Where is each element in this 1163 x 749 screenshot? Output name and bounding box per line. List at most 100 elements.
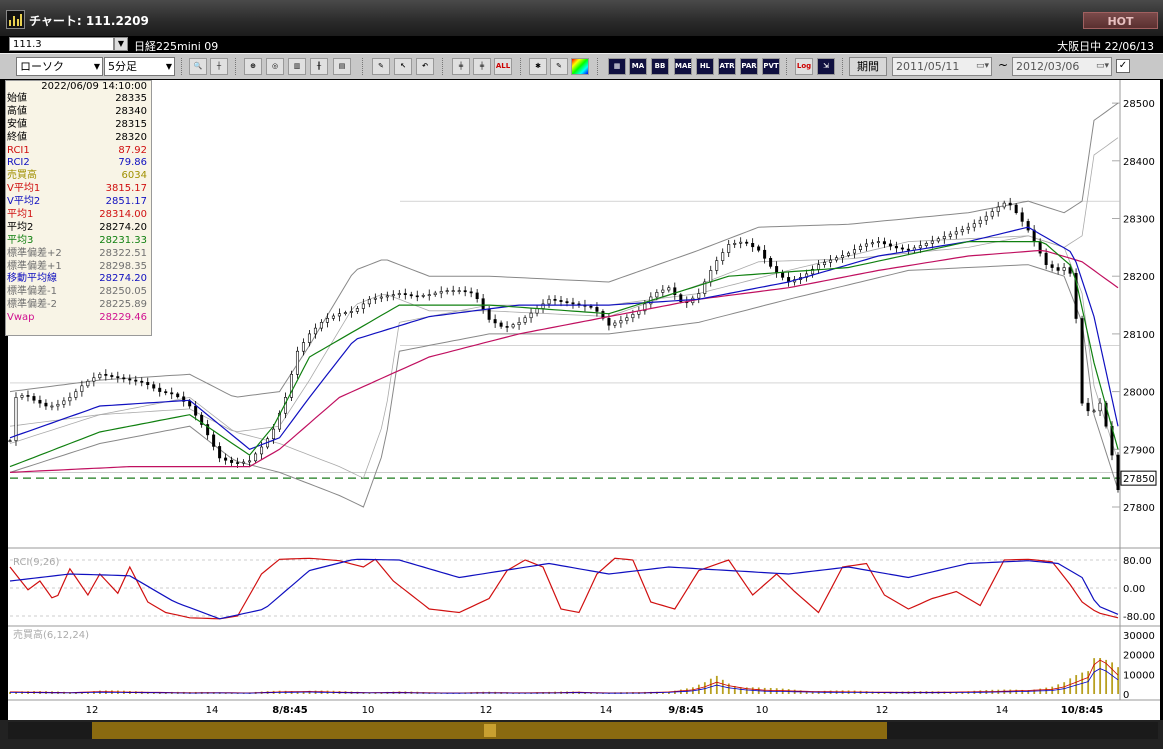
mae-button[interactable]: MAE — [674, 58, 692, 75]
info-row-value: 28322.51 — [99, 247, 147, 259]
candle-body — [1086, 402, 1090, 412]
time-axis-label: 14 — [996, 705, 1009, 716]
candle-body — [619, 320, 623, 324]
candle-body — [817, 264, 821, 270]
code-dropdown-button[interactable]: ▼ — [114, 37, 128, 51]
info-icon[interactable]: ▤ — [333, 58, 351, 75]
candle-body — [104, 373, 108, 376]
candle-body — [355, 308, 359, 312]
candle-body — [535, 308, 539, 314]
bb-button[interactable]: BB — [651, 58, 669, 75]
info-row-label: 安値 — [7, 118, 27, 130]
info-row-value: 28225.89 — [99, 299, 147, 311]
candle-body — [194, 405, 198, 416]
candle-body — [439, 291, 443, 294]
candle-body — [164, 391, 168, 394]
info-row: 標準偏差-2 28225.89 — [6, 299, 151, 312]
info-row-label: 売買高 — [7, 170, 37, 182]
info-row-label: 標準偏差+2 — [7, 247, 62, 259]
info-row: 平均3 28231.33 — [6, 235, 151, 248]
date-from-value: 2011/05/11 — [896, 60, 960, 73]
candle-body — [343, 312, 347, 315]
candle-body — [948, 233, 952, 237]
info-row-label: 始値 — [7, 93, 27, 104]
undo-icon[interactable]: ↶ — [416, 58, 434, 75]
candle-body — [942, 236, 946, 239]
candle-body — [487, 308, 491, 320]
candle-icon[interactable]: ╫ — [310, 58, 328, 75]
candle-body — [864, 243, 868, 247]
candle-body — [511, 324, 515, 328]
candle-body — [1014, 204, 1018, 214]
candle-body — [325, 318, 329, 323]
candle-body — [1032, 229, 1036, 242]
info-row: 安値 28315 — [6, 119, 151, 132]
calendar-icon[interactable]: ▭▾ — [1096, 58, 1109, 75]
chart-area[interactable]: 27800 27900 28000 28100 28200 28300 28400 28500… — [0, 79, 1163, 749]
rci-title: RCI(9,26) — [13, 557, 60, 568]
cursor-icon[interactable]: ↖ — [394, 58, 412, 75]
candle-body — [990, 211, 994, 217]
candle-body — [1056, 267, 1060, 271]
wrench-icon[interactable]: ✎ — [550, 58, 568, 75]
period-button[interactable]: 期間 — [849, 57, 887, 76]
info-row-label: V平均2 — [7, 196, 41, 208]
date-to-field[interactable]: 2012/03/06 ▭▾ — [1012, 57, 1112, 76]
candle-body — [272, 428, 276, 440]
candle-body — [188, 401, 192, 407]
toolbar-separator — [181, 58, 185, 75]
candle-body — [433, 292, 437, 295]
candle-down-icon[interactable]: ╪ — [473, 58, 491, 75]
info-row-label: 標準偏差+1 — [7, 260, 62, 272]
interval-select[interactable]: 5分足 ▼ — [104, 57, 175, 76]
candle-body — [1020, 212, 1024, 222]
color-palette-icon[interactable] — [571, 58, 589, 75]
bar-chart-icon[interactable]: ▥ — [288, 58, 306, 75]
pencil-icon[interactable]: ✎ — [372, 58, 390, 75]
window-title: チャート: 111.2209 — [29, 14, 149, 28]
candle-body — [631, 313, 635, 319]
ma-button[interactable]: MA — [629, 58, 647, 75]
all-button[interactable]: ALL — [494, 58, 512, 75]
candle-body — [1008, 202, 1012, 206]
grid-icon[interactable]: ▦ — [608, 58, 626, 75]
info-row-value: 28340 — [115, 105, 147, 117]
candle-body — [140, 380, 144, 383]
info-row-value: 79.86 — [118, 157, 147, 169]
pvt-button[interactable]: PVT — [762, 58, 780, 75]
indicator-icon[interactable]: ⊕ — [244, 58, 262, 75]
volume-bar — [739, 687, 742, 694]
log-button[interactable]: Log — [795, 58, 813, 75]
date-from-field[interactable]: 2011/05/11 ▭▾ — [892, 57, 992, 76]
candle-up-icon[interactable]: ╪ — [452, 58, 470, 75]
candle-body — [20, 395, 24, 398]
instrument-bar: 111.3 ▼ 日経225mini 09 大阪日中 22/06/13 — [0, 36, 1163, 53]
candle-body — [906, 248, 910, 251]
date-range-checkbox[interactable]: ✓ — [1116, 59, 1130, 73]
info-row: 平均2 28274.20 — [6, 222, 151, 235]
zoom-icon[interactable]: 🔍 — [189, 58, 207, 75]
info-row: 始値 28335 — [6, 93, 151, 106]
candle-body — [846, 252, 850, 256]
info-row-value: 3815.17 — [105, 183, 147, 195]
calendar-icon[interactable]: ▭▾ — [976, 58, 989, 75]
crosshair-icon[interactable]: ┼ — [210, 58, 228, 75]
export-icon[interactable]: ⇲ — [817, 58, 835, 75]
atr-button[interactable]: ATR — [718, 58, 736, 75]
candle-body — [559, 300, 563, 302]
gear-icon[interactable]: ✱ — [529, 58, 547, 75]
chart-type-select[interactable]: ローソク ▼ — [16, 57, 103, 76]
magnify-icon[interactable]: ◎ — [266, 58, 284, 75]
toolbar-separator — [235, 58, 239, 75]
scrollbar-grip[interactable] — [484, 724, 496, 737]
candle-body — [158, 387, 162, 392]
candle-body — [1098, 402, 1102, 412]
par-button[interactable]: PAR — [740, 58, 758, 75]
hl-button[interactable]: HL — [696, 58, 714, 75]
hot-button[interactable]: HOT — [1083, 12, 1158, 29]
info-row-label: RCI1 — [7, 144, 30, 156]
price-axis-label: 28200 — [1123, 272, 1155, 283]
code-input[interactable]: 111.3 — [9, 37, 114, 51]
time-axis-label: 10 — [362, 705, 375, 716]
title-bar[interactable]: チャート: 111.2209 HOT — [0, 0, 1163, 37]
